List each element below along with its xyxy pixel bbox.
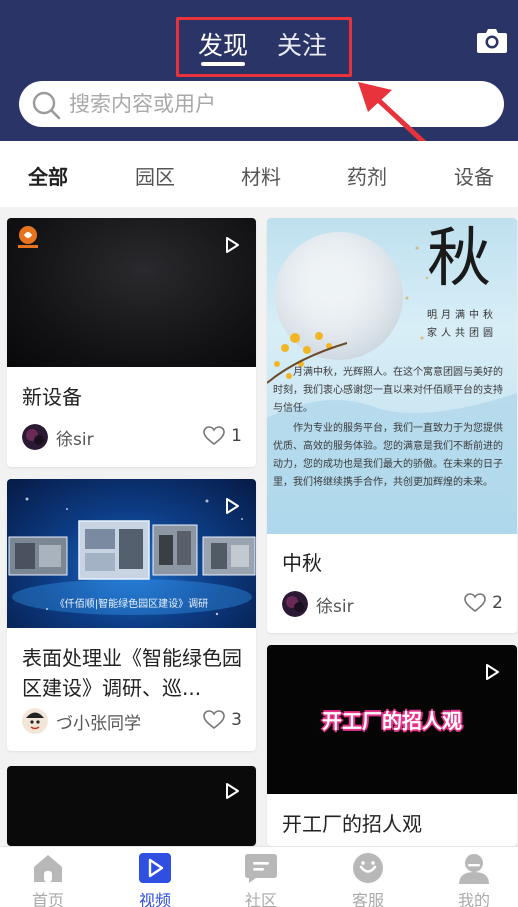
like-count[interactable]: 1 (203, 426, 242, 446)
nav-label: 客服 (351, 891, 384, 907)
video-card[interactable]: 秋 明月满中秋 家人共团圆 月满中秋，光辉照人。在这个寓意团圆与美好的时刻，我们… (267, 218, 517, 633)
brand-logo-icon (18, 226, 38, 248)
thumbnail-caption: 《仟佰顺|智能绿色园区建设》调研 (54, 599, 209, 610)
video-card[interactable]: 新设备 徐sir 1 (7, 218, 256, 467)
header: 发现 关注 (0, 0, 518, 141)
bottom-nav: 首页 视频 社区 客服 我的 (0, 846, 518, 907)
video-card[interactable] (7, 766, 256, 846)
card-title: 中秋 (282, 551, 322, 575)
thumbnail-caption: 开工厂的招人观 (322, 709, 462, 733)
nav-home[interactable]: 首页 (13, 852, 83, 907)
play-icon[interactable] (218, 232, 244, 258)
nav-label: 社区 (244, 891, 277, 907)
video-card[interactable]: 开工厂的招人观 开工厂的招人观 (267, 645, 517, 846)
nav-label: 我的 (457, 891, 490, 907)
category-equipment[interactable]: 设备 (454, 161, 494, 190)
card-author: 徐sir (22, 424, 94, 450)
avatar (22, 708, 48, 734)
card-author: づ小张同学 (22, 708, 141, 734)
video-thumbnail: 开工厂的招人观 (267, 645, 517, 794)
heart-icon (203, 426, 225, 446)
headset-icon (353, 853, 383, 883)
nav-customer-service[interactable]: 客服 (333, 852, 403, 907)
author-name: 徐sir (56, 429, 94, 450)
like-number: 1 (231, 426, 242, 446)
category-bar: 全部 园区 材料 药剂 设备 (0, 141, 518, 207)
chat-icon (245, 854, 277, 883)
video-thumbnail (7, 218, 256, 367)
nav-label: 首页 (31, 891, 64, 907)
search-bar[interactable] (19, 81, 504, 127)
video-thumbnail: 《仟佰顺|智能绿色园区建设》调研 (7, 479, 256, 628)
camera-icon[interactable] (476, 26, 508, 54)
card-title: 开工厂的招人观 (282, 812, 422, 836)
active-tab-indicator (201, 62, 245, 66)
poster-paragraph: 作为专业的服务平台，我们一直致力于为您提供优质、高效的服务体验。您的满意是我们不… (273, 423, 503, 488)
like-number: 2 (492, 593, 503, 613)
like-number: 3 (231, 710, 242, 730)
card-title: 新设备 (22, 385, 82, 409)
video-thumbnail (7, 766, 256, 846)
like-count[interactable]: 2 (464, 593, 503, 613)
play-icon[interactable] (218, 778, 244, 804)
like-count[interactable]: 3 (203, 710, 242, 730)
author-name: 徐sir (316, 596, 354, 617)
nav-video[interactable]: 视频 (120, 852, 190, 907)
category-chemicals[interactable]: 药剂 (347, 161, 387, 190)
card-author: 徐sir (282, 591, 354, 617)
video-card[interactable]: 《仟佰顺|智能绿色园区建设》调研 表面处理业《智能绿色园区建设》调研、巡... … (7, 479, 256, 751)
nav-label: 视频 (138, 891, 171, 907)
play-icon[interactable] (218, 493, 244, 519)
avatar (282, 591, 308, 617)
search-input[interactable] (69, 81, 489, 127)
user-icon (459, 854, 489, 884)
category-materials[interactable]: 材料 (241, 161, 281, 190)
author-name: づ小张同学 (56, 713, 141, 734)
home-icon (34, 855, 62, 882)
nav-profile[interactable]: 我的 (439, 852, 509, 907)
heart-icon (464, 593, 486, 613)
video-play-icon (139, 853, 171, 883)
nav-community[interactable]: 社区 (226, 852, 296, 907)
poster-paragraph: 月满中秋，光辉照人。在这个寓意团圆与美好的时刻，我们衷心感谢您一直以来对仟佰顺平… (273, 367, 503, 414)
category-park[interactable]: 园区 (135, 161, 175, 190)
heart-icon (203, 710, 225, 730)
card-title: 表面处理业《智能绿色园区建设》调研、巡... (22, 646, 242, 700)
tab-following[interactable]: 关注 (277, 26, 327, 62)
poster-big-char: 秋 (427, 222, 491, 296)
top-tabs-highlight: 发现 关注 (176, 17, 352, 77)
tab-discover[interactable]: 发现 (198, 26, 248, 62)
search-icon (32, 91, 61, 120)
play-icon[interactable] (478, 659, 504, 685)
poster-line: 明月满中秋 (427, 310, 497, 321)
avatar (22, 424, 48, 450)
mid-autumn-poster: 秋 明月满中秋 家人共团圆 月满中秋，光辉照人。在这个寓意团圆与美好的时刻，我们… (267, 218, 517, 534)
category-all[interactable]: 全部 (28, 161, 68, 190)
poster-line: 家人共团圆 (427, 328, 497, 339)
